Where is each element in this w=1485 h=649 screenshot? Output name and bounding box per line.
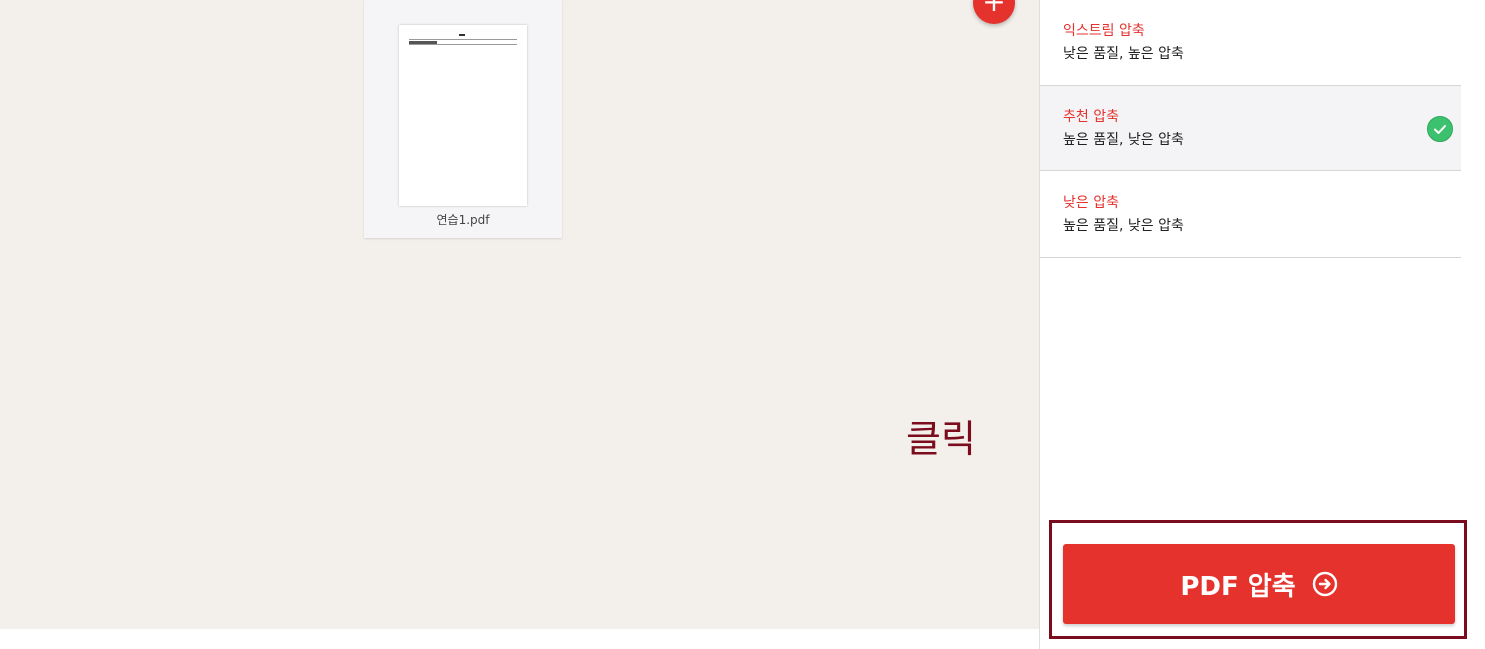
option-title: 익스트림 압축 [1063, 23, 1145, 39]
option-description: 높은 품질, 낮은 압축 [1063, 132, 1184, 148]
file-workspace: 연습1.pdf + 클릭 [0, 0, 1039, 629]
arrow-right-circle-icon [1312, 571, 1338, 597]
pdf-thumbnail [399, 25, 527, 206]
option-recommended-compression[interactable]: 추천 압축 높은 품질, 낮은 압축 [1040, 85, 1461, 171]
option-description: 높은 품질, 낮은 압축 [1063, 218, 1184, 234]
click-annotation: 클릭 [906, 417, 976, 461]
file-name: 연습1.pdf [436, 213, 490, 227]
option-title: 낮은 압축 [1063, 195, 1119, 211]
plus-icon: + [982, 0, 1006, 18]
file-card[interactable]: 연습1.pdf [364, 0, 562, 238]
check-icon [1427, 116, 1453, 142]
add-file-button[interactable]: + [973, 0, 1015, 24]
option-low-compression[interactable]: 낮은 압축 높은 품질, 낮은 압축 [1040, 172, 1461, 258]
option-extreme-compression[interactable]: 익스트림 압축 낮은 품질, 높은 압축 [1040, 0, 1461, 86]
compress-button-label: PDF 압축 [1180, 571, 1296, 602]
option-description: 낮은 품질, 높은 압축 [1063, 46, 1184, 62]
option-title: 추천 압축 [1063, 109, 1119, 125]
compress-pdf-button[interactable]: PDF 압축 [1063, 544, 1455, 624]
